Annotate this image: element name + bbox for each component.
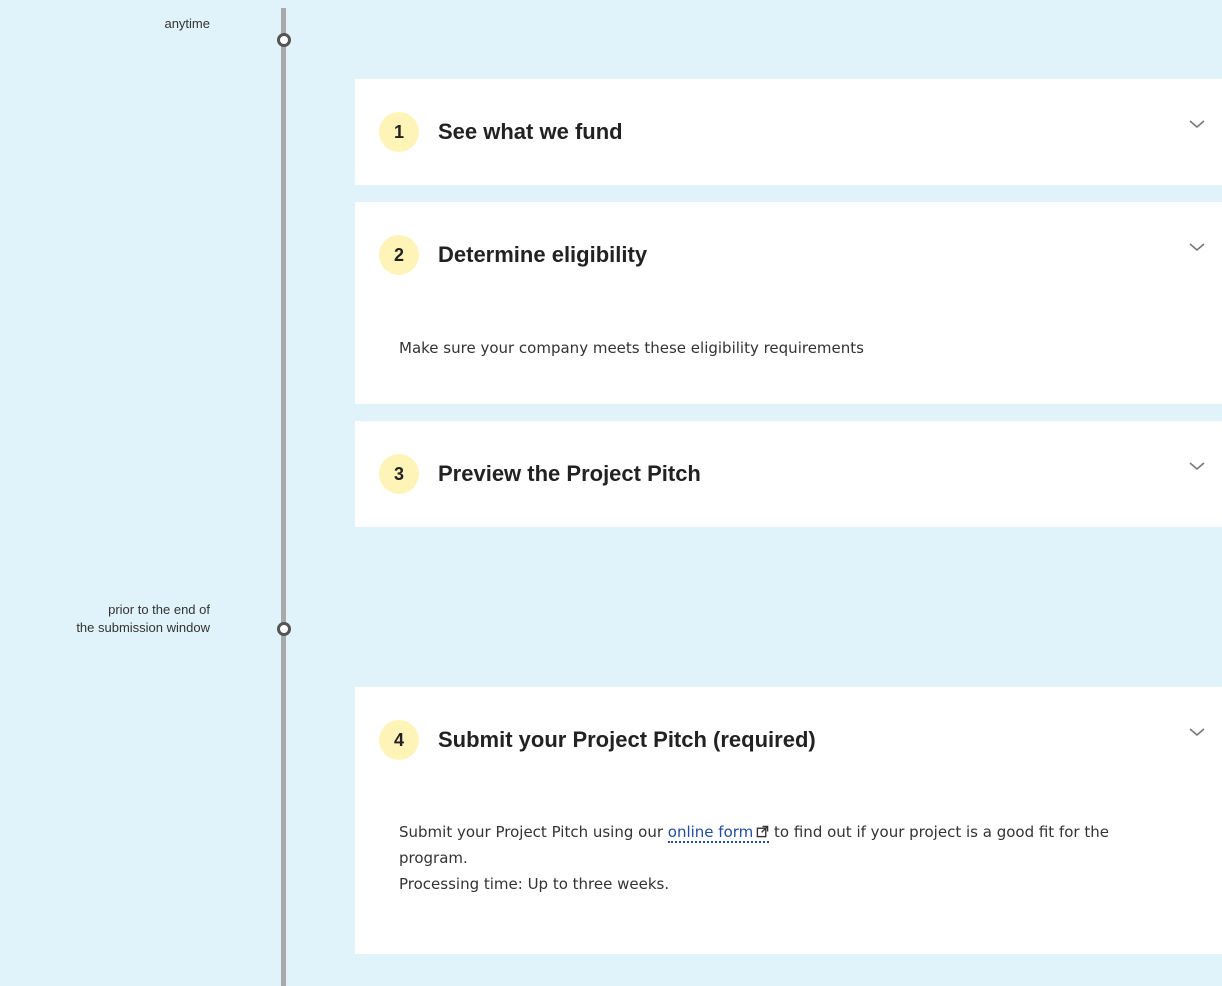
timeline-line [281, 8, 286, 986]
step-title: See what we fund [438, 119, 623, 144]
chevron-down-icon[interactable] [1188, 461, 1206, 471]
timeline-label-line: the submission window [76, 620, 210, 635]
step-card-4[interactable]: 4 Submit your Project Pitch (required) S… [355, 687, 1222, 954]
description-text: Submit your Project Pitch using our [399, 823, 668, 841]
timeline-label-submission: prior to the end of the submission windo… [0, 601, 210, 637]
step-title: Submit your Project Pitch (required) [438, 727, 816, 752]
step-title: Determine eligibility [438, 242, 648, 267]
step-number-badge: 3 [379, 454, 419, 494]
chevron-down-icon[interactable] [1188, 727, 1206, 737]
step-card-2[interactable]: 2 Determine eligibility Make sure your c… [355, 202, 1222, 404]
step-description: Submit your Project Pitch using our onli… [399, 819, 1159, 897]
timeline-label-anytime: anytime [164, 15, 210, 33]
step-number-badge: 4 [379, 720, 419, 760]
step-description: Make sure your company meets these eligi… [399, 339, 864, 357]
step-number-badge: 1 [379, 112, 419, 152]
step-header[interactable]: 4 Submit your Project Pitch (required) [379, 720, 816, 760]
step-header[interactable]: 1 See what we fund [379, 112, 623, 152]
timeline-label-line: prior to the end of [108, 602, 210, 617]
timeline-label-line: anytime [164, 16, 210, 31]
online-form-link[interactable]: online form [667, 823, 770, 843]
step-header[interactable]: 2 Determine eligibility [379, 235, 647, 275]
step-card-1[interactable]: 1 See what we fund [355, 79, 1222, 185]
step-header[interactable]: 3 Preview the Project Pitch [379, 454, 701, 494]
step-title: Preview the Project Pitch [438, 461, 701, 486]
external-link-icon [756, 825, 769, 838]
step-card-3[interactable]: 3 Preview the Project Pitch [355, 421, 1222, 527]
chevron-down-icon[interactable] [1188, 242, 1206, 252]
step-number-badge: 2 [379, 235, 419, 275]
link-label: online form [667, 823, 754, 841]
timeline-node [277, 33, 291, 47]
timeline-node [277, 622, 291, 636]
chevron-down-icon[interactable] [1188, 119, 1206, 129]
processing-time: Processing time: Up to three weeks. [399, 875, 670, 893]
